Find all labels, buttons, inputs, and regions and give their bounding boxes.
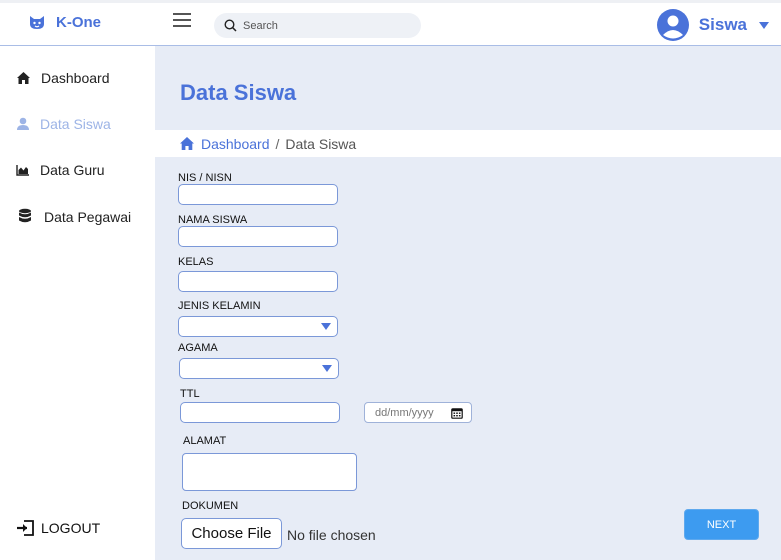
user-icon: [17, 117, 29, 130]
dokumen-label: DOKUMEN: [182, 500, 239, 512]
database-icon: [19, 208, 31, 223]
sidebar-item-data-siswa[interactable]: Data Siswa: [16, 116, 111, 132]
nis-label: NIS / NISN: [178, 172, 232, 184]
hamburger-line: [173, 25, 191, 27]
search-box: [214, 13, 421, 38]
ttl-place-input[interactable]: [180, 402, 340, 423]
breadcrumb: Dashboard / Data Siswa: [155, 130, 781, 157]
chevron-down-icon: [322, 365, 332, 372]
agama-label: AGAMA: [178, 342, 218, 354]
logout-icon: [17, 520, 34, 536]
menu-toggle-button[interactable]: [173, 13, 191, 27]
kelas-input[interactable]: [178, 271, 338, 292]
user-name: Siswa: [698, 15, 747, 34]
sidebar-item-dashboard[interactable]: Dashboard: [16, 70, 110, 86]
jenis-kelamin-select[interactable]: [178, 316, 338, 337]
kelas-label: KELAS: [178, 256, 214, 268]
breadcrumb-separator: /: [275, 135, 280, 152]
agama-select[interactable]: [179, 358, 339, 379]
sidebar-item-label: Dashboard: [41, 70, 110, 86]
chevron-down-icon[interactable]: [759, 21, 769, 29]
hamburger-line: [173, 13, 191, 15]
sidebar-item-data-pegawai[interactable]: Data Pegawai: [16, 208, 131, 225]
alamat-textarea[interactable]: [182, 453, 357, 491]
nis-input[interactable]: [178, 184, 338, 205]
brand-name: K-One: [56, 13, 101, 31]
breadcrumb-current: Data Siswa: [285, 135, 357, 152]
search-icon: [224, 19, 237, 32]
jenis-kelamin-label: JENIS KELAMIN: [178, 300, 261, 312]
choose-file-button[interactable]: Choose File: [181, 518, 282, 549]
home-icon: [180, 137, 194, 150]
alamat-label: ALAMAT: [183, 435, 227, 447]
user-menu[interactable]: Siswa: [656, 9, 769, 41]
search-input[interactable]: [243, 19, 403, 32]
date-placeholder: dd/mm/yyyy: [375, 406, 434, 419]
sidebar-item-label: Data Guru: [40, 162, 105, 178]
calendar-icon[interactable]: [451, 407, 463, 419]
avatar-icon: [656, 9, 689, 41]
logout-label: LOGOUT: [41, 520, 101, 536]
file-status: No file chosen: [287, 527, 376, 543]
nama-siswa-label: NAMA SISWA: [178, 214, 248, 226]
hamburger-line: [173, 19, 191, 21]
top-bar: K-One Siswa: [0, 0, 781, 46]
bear-logo-icon: [30, 16, 44, 29]
chevron-down-icon: [321, 323, 331, 330]
sidebar-item-label: Data Siswa: [40, 116, 111, 132]
ttl-label: TTL: [180, 388, 200, 400]
chart-icon: [16, 165, 29, 176]
breadcrumb-home-link[interactable]: Dashboard: [201, 136, 270, 152]
nama-siswa-input[interactable]: [178, 226, 338, 247]
page-title: Data Siswa: [180, 80, 297, 105]
next-button[interactable]: NEXT: [684, 509, 759, 540]
sidebar: Dashboard Data Siswa Data Guru Data Pega…: [0, 46, 155, 560]
app-window: K-One Siswa: [0, 0, 781, 560]
home-icon: [17, 72, 30, 84]
sidebar-item-label: Data Pegawai: [44, 208, 132, 225]
logout-button[interactable]: LOGOUT: [16, 520, 100, 536]
sidebar-item-data-guru[interactable]: Data Guru: [16, 162, 105, 178]
main-content: Data Siswa Dashboard / Data Siswa NIS / …: [155, 46, 781, 560]
brand[interactable]: K-One: [28, 13, 101, 31]
ttl-date-input[interactable]: dd/mm/yyyy: [364, 402, 472, 423]
